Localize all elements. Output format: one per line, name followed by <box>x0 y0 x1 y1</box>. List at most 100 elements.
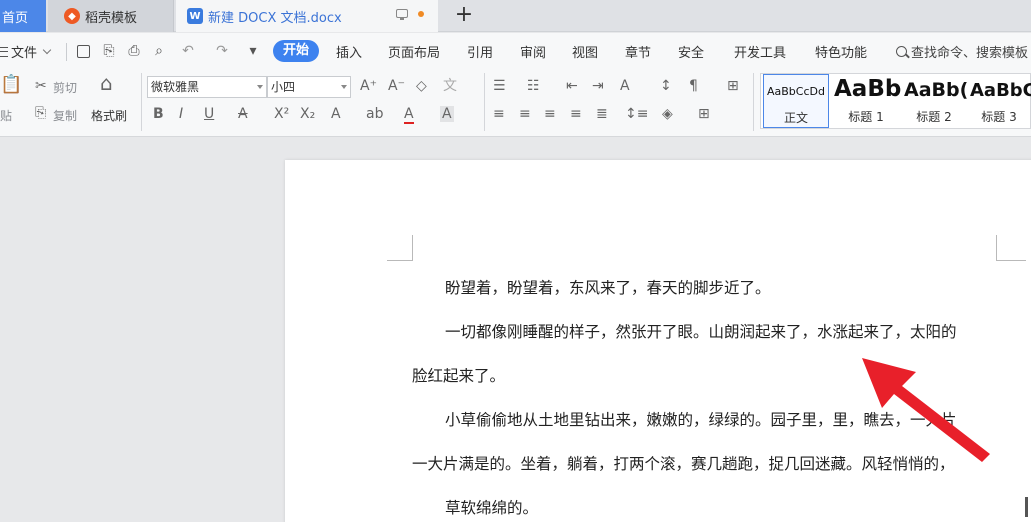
paste-label[interactable]: 贴 <box>0 107 12 124</box>
tab-chapter[interactable]: 章节 <box>625 42 651 61</box>
paste-icon[interactable]: 📋 <box>0 76 22 94</box>
unsaved-dot-icon <box>418 10 424 17</box>
redo-icon[interactable]: ↷ <box>214 43 230 59</box>
tab-view[interactable]: 视图 <box>572 42 598 61</box>
justify-icon[interactable]: ≡ <box>570 106 582 122</box>
word-doc-icon: W <box>187 8 203 24</box>
highlight-icon[interactable]: ab <box>366 106 383 122</box>
decrease-indent-icon[interactable]: ⇤ <box>566 78 578 94</box>
sort-icon[interactable]: ↕ <box>660 78 672 94</box>
tab-document-label: 新建 DOCX 文档.docx <box>208 10 342 26</box>
tab-developer[interactable]: 开发工具 <box>734 42 786 61</box>
tab-actions <box>396 9 424 20</box>
hamburger-icon <box>0 46 8 57</box>
copy-button[interactable]: 复制 <box>53 107 77 124</box>
tab-start[interactable]: 开始 <box>273 40 319 62</box>
tab-home[interactable]: 首页 <box>0 0 46 32</box>
divider <box>484 73 485 131</box>
customize-dropdown-icon[interactable]: ▾ <box>245 43 261 59</box>
tab-page-layout[interactable]: 页面布局 <box>388 42 440 61</box>
paragraph-shading-icon[interactable]: ◈ <box>662 106 673 122</box>
scrollbar-thumb[interactable] <box>1025 497 1028 517</box>
font-color-icon[interactable]: A <box>404 106 414 124</box>
style-heading-1[interactable]: AaBb 标题 1 <box>831 74 901 128</box>
command-search[interactable]: 查找命令、搜索模板 <box>896 42 1028 61</box>
tab-template-label: 稻壳模板 <box>85 10 138 26</box>
strikethrough-icon[interactable]: A <box>238 106 248 122</box>
table-borders-icon[interactable]: ⊞ <box>727 78 739 94</box>
style-preview-text: AaBbC <box>970 80 1031 101</box>
line-spacing-icon[interactable]: ↕≡ <box>625 106 648 122</box>
numbered-list-icon[interactable]: ☷ <box>527 78 540 94</box>
font-name-value: 微软雅黑 <box>151 80 200 94</box>
style-heading-2[interactable]: AaBb( 标题 2 <box>901 74 967 128</box>
save-icon[interactable] <box>77 45 90 58</box>
menu-bar: 文件 ⎘ ⎙ ⌕ ↶ ↷ ▾ 开始 插入 页面布局 引用 审阅 视图 章节 安全… <box>0 33 1031 69</box>
clear-format-icon[interactable]: ◇ <box>416 78 427 94</box>
char-shading-icon[interactable]: A <box>440 106 454 122</box>
export-icon[interactable]: ⎘ <box>101 43 117 59</box>
underline-icon[interactable]: U <box>204 106 214 122</box>
font-name-select[interactable]: 微软雅黑 <box>147 76 267 98</box>
show-marks-icon[interactable]: ¶ <box>689 78 698 94</box>
chevron-down-icon <box>42 45 52 55</box>
tab-special-features[interactable]: 特色功能 <box>815 42 867 61</box>
print-preview-icon[interactable]: ⌕ <box>151 43 167 59</box>
grow-font-icon[interactable]: A⁺ <box>360 78 377 94</box>
tab-references[interactable]: 引用 <box>467 42 493 61</box>
tab-review[interactable]: 审阅 <box>520 42 546 61</box>
search-icon <box>896 46 907 57</box>
align-center-icon[interactable]: ≡ <box>519 106 531 122</box>
tab-template[interactable]: ◆ 稻壳模板 <box>48 0 174 32</box>
copy-icon[interactable]: ⎘ <box>35 105 46 121</box>
italic-icon[interactable]: I <box>179 106 183 122</box>
tab-home-label: 首页 <box>2 10 29 26</box>
style-label: 标题 3 <box>981 110 1017 124</box>
scissors-icon[interactable]: ✂ <box>35 78 47 94</box>
format-painter-button[interactable]: 格式刷 <box>91 107 127 124</box>
command-search-label: 查找命令、搜索模板 <box>911 46 1029 61</box>
tab-insert[interactable]: 插入 <box>336 42 362 61</box>
style-label: 标题 1 <box>848 110 884 124</box>
annotation-arrow-icon <box>862 358 990 462</box>
font-size-select[interactable]: 小四 <box>267 76 351 98</box>
monitor-icon[interactable] <box>396 9 408 20</box>
bullet-list-icon[interactable]: ☰ <box>493 78 506 94</box>
phonetic-icon[interactable]: 文 <box>443 78 457 94</box>
divider <box>141 73 142 131</box>
border-icon[interactable]: ⊞ <box>698 106 710 122</box>
paragraph-line: 草软绵绵的。 <box>445 499 539 517</box>
margin-marker-top-left <box>387 235 413 261</box>
paragraph-line: 盼望着，盼望着，东风来了，春天的脚步近了。 <box>445 279 771 297</box>
tab-security[interactable]: 安全 <box>678 42 704 61</box>
cut-button[interactable]: 剪切 <box>53 79 77 96</box>
new-tab-button[interactable]: + <box>452 4 476 28</box>
paragraph[interactable]: 盼望着，盼望着，东风来了，春天的脚步近了。 <box>412 266 1002 310</box>
style-preview-text: AaBb( <box>904 79 967 101</box>
format-painter-icon[interactable]: ⌂ <box>100 73 113 93</box>
file-menu-button[interactable]: 文件 <box>0 42 53 61</box>
shrink-font-icon[interactable]: A⁻ <box>388 78 405 94</box>
daoke-logo-icon: ◆ <box>64 8 80 24</box>
print-icon[interactable]: ⎙ <box>126 43 142 59</box>
bold-icon[interactable]: B <box>153 106 164 122</box>
align-right-icon[interactable]: ≡ <box>544 106 556 122</box>
distributed-align-icon[interactable]: ≣ <box>596 106 608 122</box>
undo-icon[interactable]: ↶ <box>180 43 196 59</box>
font-size-value: 小四 <box>271 80 296 94</box>
align-left-icon[interactable]: ≡ <box>493 106 505 122</box>
increase-indent-icon[interactable]: ⇥ <box>592 78 604 94</box>
margin-marker-top-right <box>996 235 1026 261</box>
text-effect-icon[interactable]: A <box>331 106 341 122</box>
style-normal[interactable]: AaBbCcDd 正文 <box>763 74 829 128</box>
text-direction-icon[interactable]: A <box>620 78 630 94</box>
subscript-icon[interactable]: X₂ <box>300 106 315 122</box>
tab-strip: 首页 ◆ 稻壳模板 W 新建 DOCX 文档.docx + <box>0 0 1031 32</box>
style-heading-3[interactable]: AaBbC 标题 3 <box>967 74 1031 128</box>
paragraph[interactable]: 草软绵绵的。 <box>412 486 1002 522</box>
style-preview-text: AaBb <box>834 76 901 102</box>
style-label: 正文 <box>783 111 808 125</box>
style-preview-text: AaBbCcDd <box>767 85 825 98</box>
ribbon: 📋 贴 ✂ 剪切 ⎘ 复制 ⌂ 格式刷 微软雅黑 小四 A⁺ A⁻ ◇ 文 B … <box>0 69 1031 137</box>
superscript-icon[interactable]: X² <box>274 106 289 122</box>
